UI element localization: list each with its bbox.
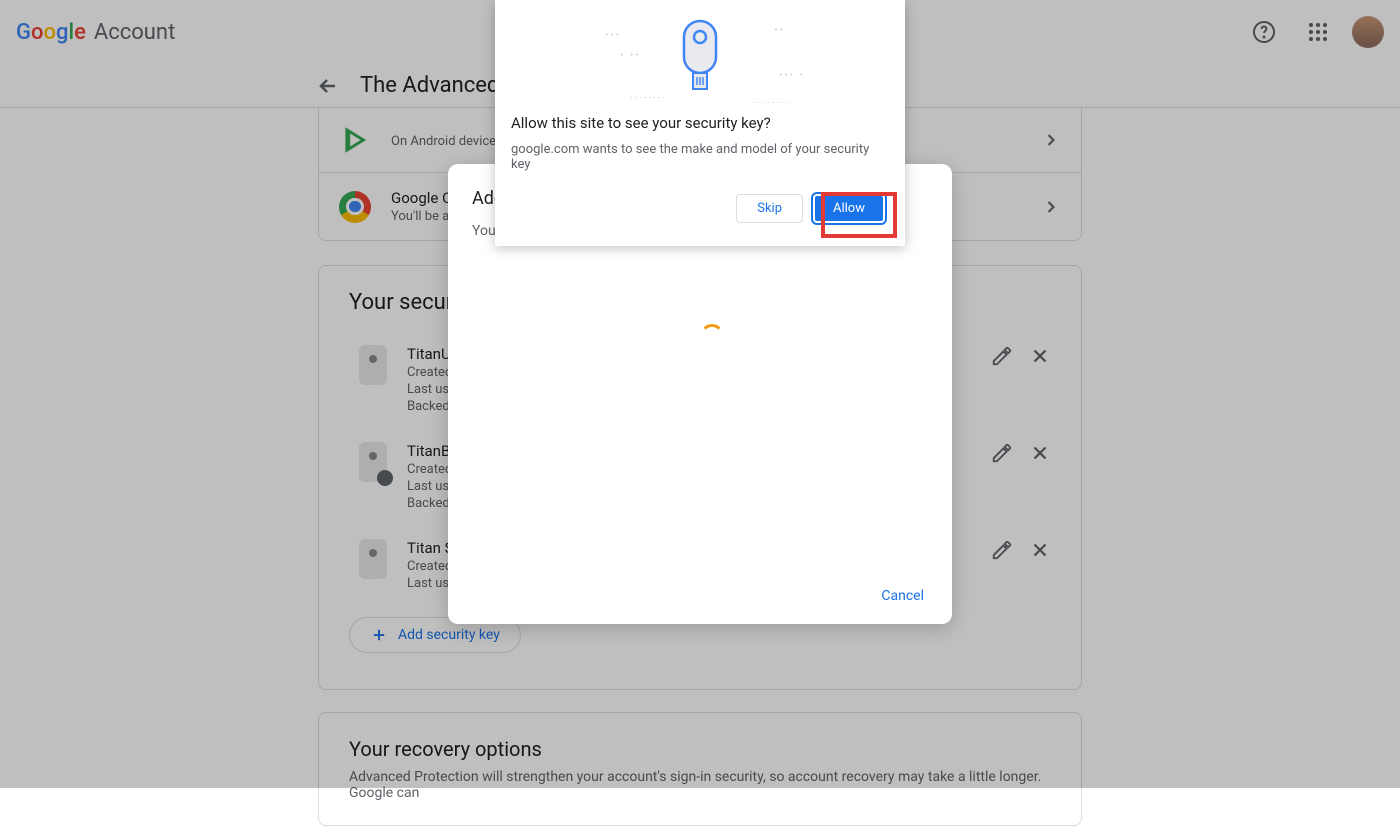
permission-dialog: ••• • •• •• ••• • ........ ........ Allo…	[495, 0, 905, 246]
permission-title: Allow this site to see your security key…	[511, 114, 889, 132]
cancel-button[interactable]: Cancel	[881, 588, 924, 604]
skip-button[interactable]: Skip	[736, 194, 803, 223]
spinner-icon	[700, 324, 724, 348]
allow-button[interactable]: Allow	[813, 194, 885, 223]
security-key-illustration: ••• • •• •• ••• • ........ ........	[495, 0, 905, 110]
permission-desc: google.com wants to see the make and mod…	[511, 142, 889, 172]
